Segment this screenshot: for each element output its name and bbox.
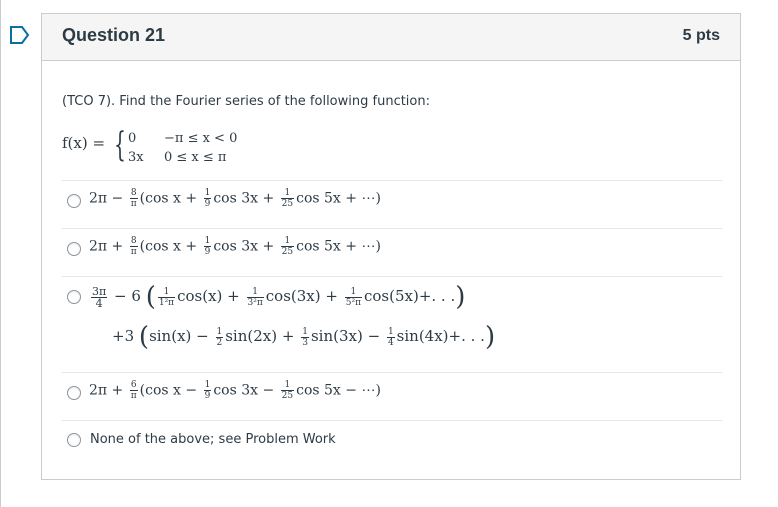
question-title: Question 21 bbox=[62, 25, 166, 45]
radio-button[interactable] bbox=[67, 386, 81, 400]
question-header: Question 21 5 pts bbox=[42, 14, 740, 61]
answer-option-b[interactable]: 2π + 8 π (cos x + 1 9 cos 3x + 1 25 cos 5x + ⋯… bbox=[62, 234, 722, 274]
answer-divider bbox=[62, 180, 722, 181]
page-left-border bbox=[0, 0, 1, 507]
function-lhs: f(x) = bbox=[62, 134, 106, 152]
answer-divider bbox=[62, 372, 722, 373]
answer-c-line-1: 3π 4 − 6 (1 1²π cos(x) + 1 3²π cos(3x) + 1 5²π… bbox=[91, 282, 466, 312]
question-card: Question 21 5 pts (TCO 7). Find the Four… bbox=[41, 13, 741, 480]
case-2-condition: 0 ≤ x ≤ π bbox=[164, 150, 227, 165]
answer-d-expression: 2π + 6 π (cos x − 1 9 cos 3x − 1 25 cos 5x − ⋯… bbox=[89, 380, 381, 401]
answer-option-e[interactable]: None of the above; see Problem Work bbox=[62, 432, 722, 456]
answer-c-line-2: +3 (sin(x) − 1 2 sin(2x) + 1 3 sin(3x) − 14s… bbox=[112, 322, 496, 352]
question-prompt: (TCO 7). Find the Fourier series of the … bbox=[62, 94, 430, 109]
radio-button[interactable] bbox=[67, 433, 81, 447]
radio-button[interactable] bbox=[67, 194, 81, 208]
answer-divider bbox=[62, 228, 722, 229]
bookmark-icon[interactable] bbox=[10, 26, 30, 44]
case-1-condition: −π ≤ x < 0 bbox=[164, 131, 238, 146]
question-points: 5 pts bbox=[682, 27, 720, 44]
answer-a-expression: 2π − 8 π (cos x + 1 9 cos 3x + 1 25 cos 5x + ⋯… bbox=[89, 188, 381, 209]
radio-button[interactable] bbox=[67, 290, 81, 304]
answer-option-c[interactable]: 3π 4 − 6 (1 1²π cos(x) + 1 3²π cos(3x) + 1 5²π… bbox=[62, 282, 722, 368]
answer-divider bbox=[62, 420, 722, 421]
case-1-value: 0 bbox=[128, 131, 137, 146]
answer-divider bbox=[62, 276, 722, 277]
answer-b-expression: 2π + 8 π (cos x + 1 9 cos 3x + 1 25 cos 5x + ⋯… bbox=[89, 236, 381, 257]
answer-option-a[interactable]: 2π − 8 π (cos x + 1 9 cos 3x + 1 25 cos 5x + ⋯… bbox=[62, 186, 722, 226]
case-2-value: 3x bbox=[128, 150, 144, 165]
radio-button[interactable] bbox=[67, 242, 81, 256]
left-brace: { bbox=[114, 125, 126, 165]
answer-e-text: None of the above; see Problem Work bbox=[90, 432, 336, 447]
answer-option-d[interactable]: 2π + 6 π (cos x − 1 9 cos 3x − 1 25 cos 5x − ⋯… bbox=[62, 378, 722, 418]
